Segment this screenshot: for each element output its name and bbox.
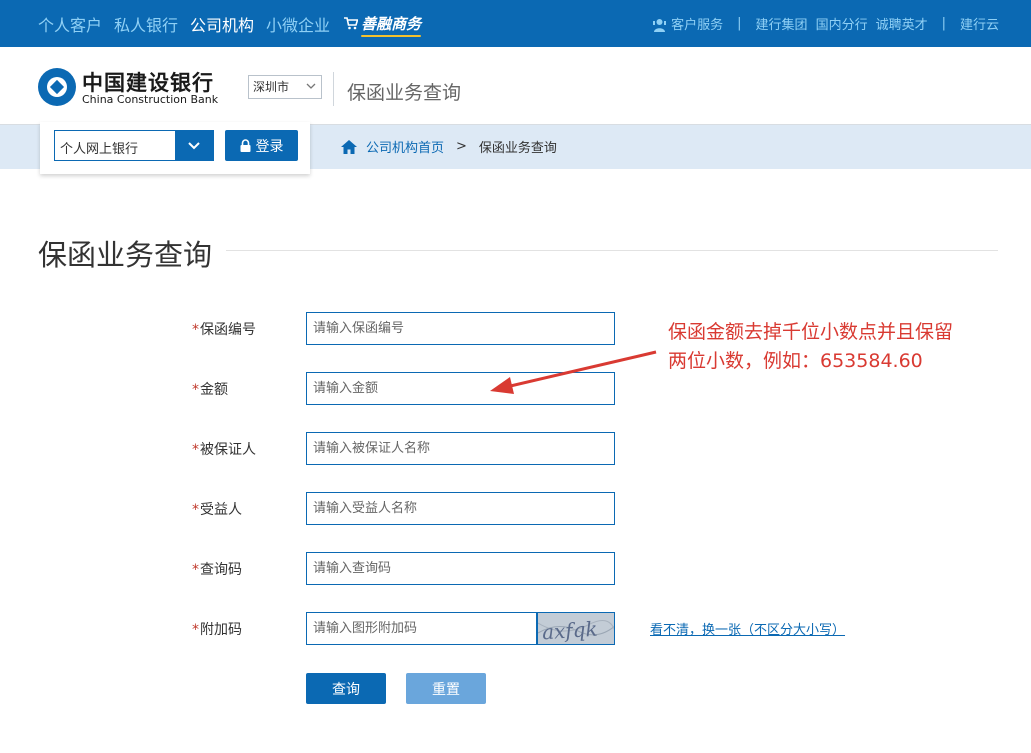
login-label: 登录: [255, 138, 284, 155]
city-value: 深圳市: [253, 80, 290, 94]
site-header: 中国建设银行 China Construction Bank 深圳市 保函业务查…: [0, 47, 1031, 125]
nav-corporate[interactable]: 公司机构: [190, 12, 254, 36]
ccb-group-link[interactable]: 建行集团: [756, 14, 808, 33]
query-code-input[interactable]: [306, 552, 615, 585]
nav-private-banking[interactable]: 私人银行: [114, 12, 178, 36]
login-button[interactable]: 登录: [225, 130, 298, 161]
required-mark: *: [192, 442, 199, 458]
nav-small-business[interactable]: 小微企业: [266, 12, 330, 36]
annotation-line-2: 两位小数，例如：653584.60: [668, 350, 923, 372]
nav-divider: |: [737, 16, 742, 31]
customer-service-icon: [653, 19, 667, 32]
nav-personal[interactable]: 个人客户: [38, 12, 102, 36]
amount-label-text: 金额: [200, 382, 228, 398]
header-divider: [333, 72, 334, 106]
chevron-down-icon: [188, 141, 200, 149]
cart-icon: [344, 17, 359, 30]
reset-button[interactable]: 重置: [406, 673, 486, 704]
header-page-title: 保函业务查询: [347, 82, 462, 104]
captcha-label-text: 附加码: [200, 622, 242, 638]
lock-icon: [240, 139, 250, 152]
breadcrumb-current: 保函业务查询: [478, 141, 557, 156]
home-icon[interactable]: [340, 139, 358, 155]
top-right-nav: 客户服务 | 建行集团 国内分行 诚聘英才 | 建行云: [653, 0, 999, 47]
top-nav: 个人客户 私人银行 公司机构 小微企业 善融商务: [38, 0, 422, 47]
captcha-image[interactable]: axfqk: [537, 612, 615, 645]
customer-service-label: 客户服务: [671, 18, 724, 33]
beneficiary-input[interactable]: [306, 492, 615, 525]
nav-divider: |: [941, 16, 946, 31]
required-mark: *: [192, 502, 199, 518]
guaranteed-party-label-text: 被保证人: [200, 442, 256, 458]
annotation-note: 保函金额去掉千位小数点并且保留 两位小数，例如：653584.60: [668, 318, 953, 376]
captcha-noise: axfqk: [538, 613, 614, 645]
refresh-captcha-link[interactable]: 看不清，换一张（不区分大小写）: [650, 619, 845, 638]
top-nav-bar: 个人客户 私人银行 公司机构 小微企业 善融商务 客户服务 | 建行集团 国内分…: [0, 0, 1031, 47]
page-title: 保函业务查询: [38, 238, 213, 272]
guaranteed-party-label: *被保证人: [192, 439, 256, 459]
domestic-branches-link[interactable]: 国内分行: [816, 14, 868, 33]
annotation-arrow: [490, 350, 657, 394]
captcha-label: *附加码: [192, 619, 242, 639]
title-divider: [226, 250, 998, 251]
breadcrumb: 公司机构首页 > 保函业务查询: [340, 137, 557, 156]
ccb-logo-icon[interactable]: [38, 68, 76, 106]
query-button[interactable]: 查询: [306, 673, 386, 704]
amount-label: *金额: [192, 379, 228, 399]
annotation-line-1: 保函金额去掉千位小数点并且保留: [668, 321, 954, 343]
guarantee-number-label-text: 保函编号: [200, 322, 256, 338]
query-code-label: *查询码: [192, 559, 242, 579]
captcha-text: axfqk: [541, 617, 598, 645]
shop-label: 善融商务: [361, 15, 422, 37]
beneficiary-label-text: 受益人: [200, 502, 242, 518]
ccb-cloud-link[interactable]: 建行云: [960, 14, 999, 33]
city-select[interactable]: 深圳市: [248, 75, 322, 99]
nav-shop[interactable]: 善融商务: [344, 13, 422, 37]
login-panel: 个人网上银行 登录: [40, 122, 310, 174]
required-mark: *: [192, 382, 199, 398]
chevron-down-icon: [306, 83, 316, 89]
required-mark: *: [192, 322, 199, 338]
beneficiary-label: *受益人: [192, 499, 242, 519]
bank-type-dropdown-toggle[interactable]: [175, 131, 213, 160]
guarantee-number-label: *保函编号: [192, 319, 256, 339]
required-mark: *: [192, 562, 199, 578]
bank-type-value: 个人网上银行: [60, 142, 139, 157]
captcha-input[interactable]: [306, 612, 537, 645]
breadcrumb-separator: >: [456, 139, 467, 154]
guaranteed-party-input[interactable]: [306, 432, 615, 465]
required-mark: *: [192, 622, 199, 638]
breadcrumb-home-link[interactable]: 公司机构首页: [366, 137, 444, 156]
bank-name-en: China Construction Bank: [82, 93, 219, 106]
bank-type-select[interactable]: 个人网上银行: [54, 130, 214, 161]
customer-service-link[interactable]: 客户服务: [653, 14, 723, 33]
query-code-label-text: 查询码: [200, 562, 242, 578]
careers-link[interactable]: 诚聘英才: [876, 14, 928, 33]
